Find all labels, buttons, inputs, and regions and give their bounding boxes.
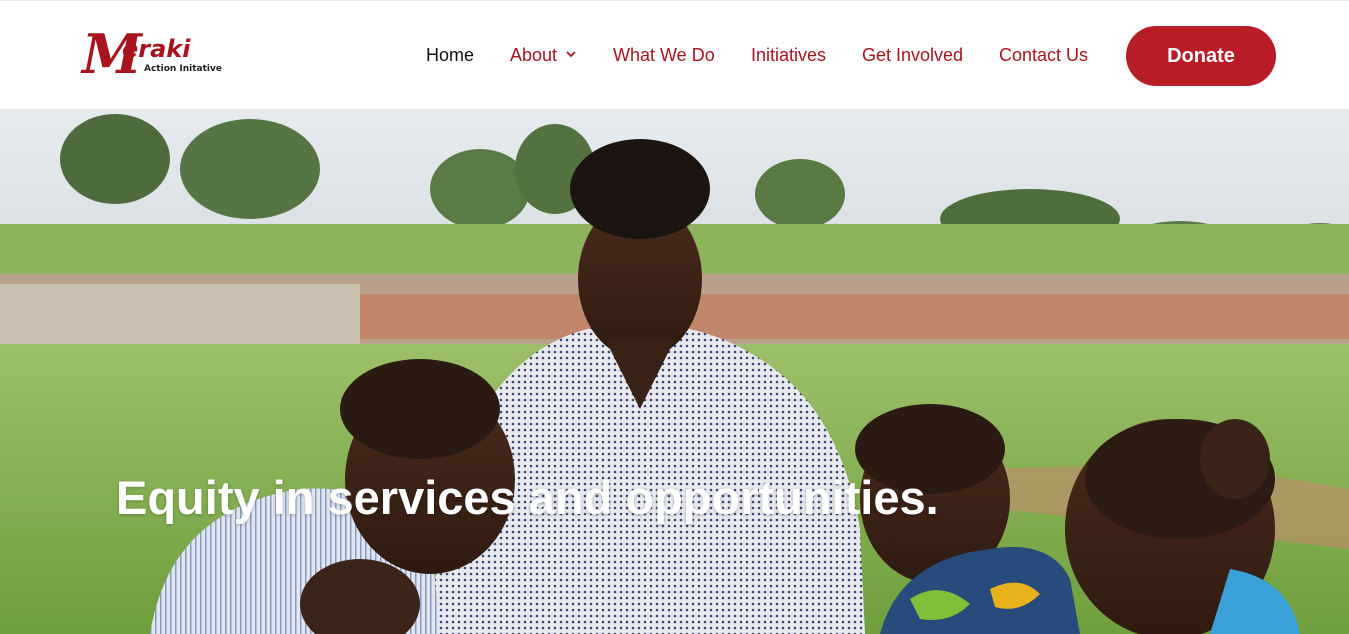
chevron-down-icon: [566, 51, 576, 58]
nav-about-label: About: [510, 45, 558, 65]
logo-tagline: Action Initative: [144, 64, 222, 74]
logo-wordmark: eraki: [122, 35, 191, 63]
logo[interactable]: M eraki Action Initative: [82, 27, 232, 87]
nav-get-involved[interactable]: Get Involved: [862, 43, 963, 67]
nav-contact-us[interactable]: Contact Us: [999, 43, 1088, 67]
nav-about[interactable]: About: [510, 43, 577, 67]
hero-headline: Equity in services and opportunities.: [116, 471, 939, 524]
hero-banner: Equity in services and opportunities.: [0, 109, 1349, 634]
site-header: M eraki Action Initative Home About What…: [0, 0, 1349, 109]
hero-photo: [0, 109, 1349, 634]
nav-what-we-do[interactable]: What We Do: [613, 43, 715, 67]
nav-initiatives[interactable]: Initiatives: [751, 43, 826, 67]
nav-home[interactable]: Home: [426, 43, 474, 67]
donate-button[interactable]: Donate: [1126, 26, 1276, 86]
